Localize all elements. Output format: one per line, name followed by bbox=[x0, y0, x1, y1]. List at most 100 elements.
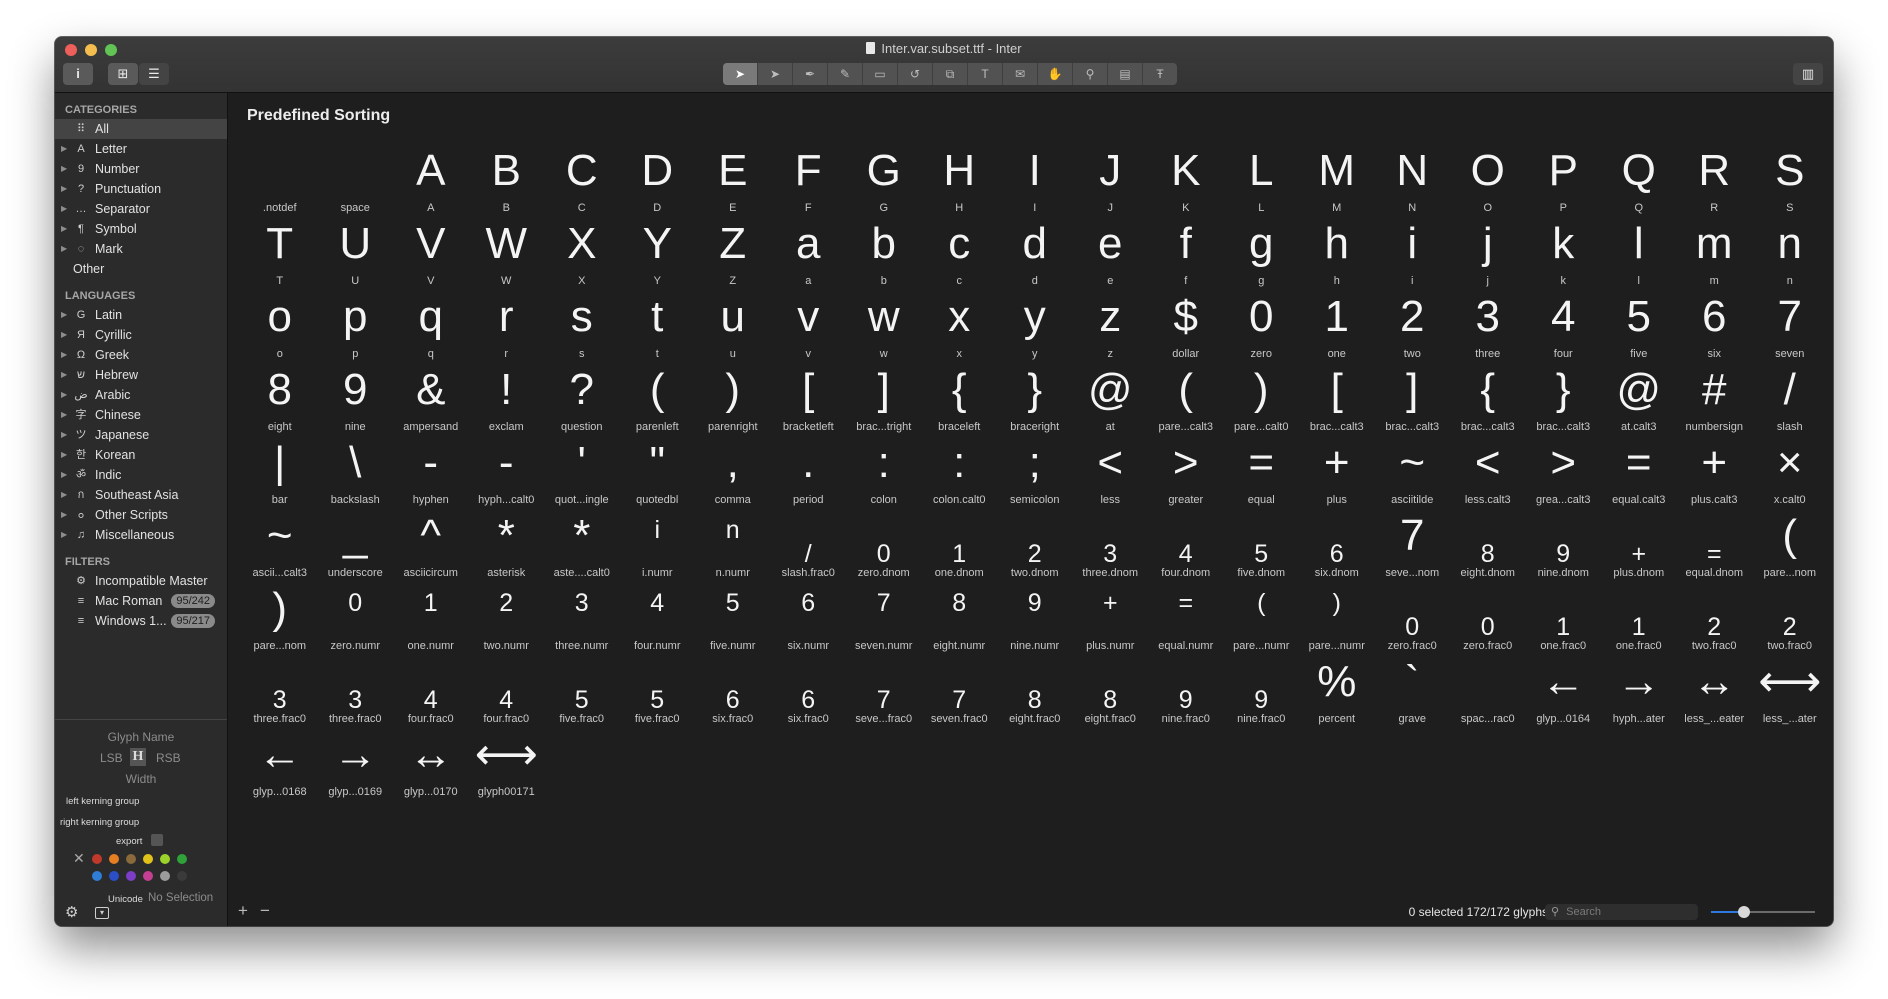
sidebar-item-mark[interactable]: ▶ ◌ Mark bbox=[55, 239, 227, 259]
glyph-cell[interactable]: 9 nine.frac0 bbox=[1224, 654, 1300, 727]
glyph-cell[interactable]: ] brac...calt3 bbox=[1375, 362, 1451, 435]
glyph-cell[interactable]: nn bbox=[1752, 216, 1828, 289]
glyph-cell[interactable]: RR bbox=[1677, 143, 1753, 216]
glyph-cell[interactable]: {brac...calt3 bbox=[1450, 362, 1526, 435]
sidebar-item-miscellaneous[interactable]: ▶ ♫ Miscellaneous bbox=[55, 525, 227, 545]
glyph-cell[interactable]: PP bbox=[1526, 143, 1602, 216]
glyph-cell[interactable]: ZZ bbox=[695, 216, 771, 289]
glyph-cell[interactable]: 4 four bbox=[1526, 289, 1602, 362]
glyph-cell[interactable]: + plus.calt3 bbox=[1677, 435, 1753, 508]
sidebar-item-hebrew[interactable]: ▶ ש Hebrew bbox=[55, 365, 227, 385]
select-tool-icon[interactable]: ➤ bbox=[723, 63, 758, 85]
glyph-cell[interactable]: ` grave bbox=[1375, 654, 1451, 727]
glyph-cell[interactable]: 0 zero.frac0 bbox=[1375, 581, 1451, 654]
disclosure-triangle-icon[interactable]: ▶ bbox=[61, 325, 67, 345]
glyph-cell[interactable]: → glyp...0169 bbox=[318, 727, 394, 800]
glyph-cell[interactable]: CC bbox=[544, 143, 620, 216]
color-swatch[interactable] bbox=[92, 854, 102, 864]
glyph-cell[interactable]: ~ ascii...calt3 bbox=[242, 508, 318, 581]
glyph-cell[interactable]: @ at bbox=[1073, 362, 1149, 435]
glyph-cell[interactable]: 2 two.frac0 bbox=[1677, 581, 1753, 654]
glyph-cell[interactable]: * aste....calt0 bbox=[544, 508, 620, 581]
sidebar-item-other[interactable]: Other bbox=[55, 259, 227, 279]
disclosure-triangle-icon[interactable]: ▶ bbox=[61, 305, 67, 325]
sidebar-item-arabic[interactable]: ▶ ض Arabic bbox=[55, 385, 227, 405]
glyph-cell[interactable]: 9 nine.dnom bbox=[1526, 508, 1602, 581]
left-kerning-group-field[interactable]: left kerning group bbox=[66, 796, 139, 807]
glyph-cell[interactable]: 3 three bbox=[1450, 289, 1526, 362]
glyph-cell[interactable]: ! exclam bbox=[469, 362, 545, 435]
glyph-cell[interactable]: < less bbox=[1073, 435, 1149, 508]
glyph-cell[interactable]: 2 two bbox=[1375, 289, 1451, 362]
sidebar-item-other-scripts[interactable]: ▶ ߋ Other Scripts bbox=[55, 505, 227, 525]
glyph-cell[interactable]: zz bbox=[1073, 289, 1149, 362]
glyph-cell[interactable]: ? question bbox=[544, 362, 620, 435]
glyph-cell[interactable]: tt bbox=[620, 289, 696, 362]
glyph-cell[interactable]: (pare...calt3 bbox=[1148, 362, 1224, 435]
glyph-cell[interactable]: ) pare...calt0 bbox=[1224, 362, 1300, 435]
sidebar-item-greek[interactable]: ▶ Ω Greek bbox=[55, 345, 227, 365]
glyph-cell[interactable]: - hyphen bbox=[393, 435, 469, 508]
glyph-cell[interactable]: ↔ glyp...0170 bbox=[393, 727, 469, 800]
zoom-tool-icon[interactable]: ⚲ bbox=[1073, 63, 1108, 85]
info-panel-button[interactable]: i bbox=[63, 63, 93, 85]
glyph-cell[interactable]: | bar bbox=[242, 435, 318, 508]
glyph-cell[interactable]: > grea...calt3 bbox=[1526, 435, 1602, 508]
glyph-cell[interactable]: MM bbox=[1299, 143, 1375, 216]
glyph-cell[interactable]: uu bbox=[695, 289, 771, 362]
glyph-cell[interactable]: = equal.dnom bbox=[1677, 508, 1753, 581]
glyph-cell[interactable]: ← glyp...0164 bbox=[1526, 654, 1602, 727]
sidebar-item-latin[interactable]: ▶ G Latin bbox=[55, 305, 227, 325]
sidebar-item-letter[interactable]: ▶ A Letter bbox=[55, 139, 227, 159]
glyph-cell[interactable]: 3 three.frac0 bbox=[318, 654, 394, 727]
disclosure-triangle-icon[interactable]: ▶ bbox=[61, 179, 67, 199]
sidebar-item-symbol[interactable]: ▶ ¶ Symbol bbox=[55, 219, 227, 239]
glyph-cell[interactable]: # numbersign bbox=[1677, 362, 1753, 435]
glyph-cell[interactable]: DD bbox=[620, 143, 696, 216]
no-color-icon[interactable]: ✕ bbox=[73, 850, 85, 867]
glyph-cell[interactable]: + plus.dnom bbox=[1601, 508, 1677, 581]
glyph-name-field[interactable]: Glyph Name bbox=[55, 730, 227, 744]
glyph-cell[interactable]: 7 seve...frac0 bbox=[846, 654, 922, 727]
glyph-cell[interactable]: 3 three.frac0 bbox=[242, 654, 318, 727]
glyph-cell[interactable]: 8 eight bbox=[242, 362, 318, 435]
glyph-cell[interactable]: ss bbox=[544, 289, 620, 362]
glyph-cell[interactable]: 8 eight.frac0 bbox=[997, 654, 1073, 727]
disclosure-triangle-icon[interactable]: ▶ bbox=[61, 505, 67, 525]
glyph-cell[interactable]: 6 six.numr bbox=[771, 581, 847, 654]
glyph-cell[interactable]: (pare...numr bbox=[1224, 581, 1300, 654]
glyph-cell[interactable]: + plus bbox=[1299, 435, 1375, 508]
glyph-cell[interactable]: bb bbox=[846, 216, 922, 289]
glyph-cell[interactable]: ee bbox=[1073, 216, 1149, 289]
glyph-cell[interactable]: OO bbox=[1450, 143, 1526, 216]
glyph-cell[interactable]: UU bbox=[318, 216, 394, 289]
glyph-cell[interactable]: \ backslash bbox=[318, 435, 394, 508]
disclosure-triangle-icon[interactable]: ▶ bbox=[61, 345, 67, 365]
unicode-value[interactable]: No Selection bbox=[148, 892, 213, 904]
glyph-cell[interactable]: 1 one.frac0 bbox=[1526, 581, 1602, 654]
glyph-cell[interactable]: ] brac...tright bbox=[846, 362, 922, 435]
glyph-cell[interactable]: QQ bbox=[1601, 143, 1677, 216]
glyph-cell[interactable]: 0 zero bbox=[1224, 289, 1300, 362]
color-swatch[interactable] bbox=[126, 854, 136, 864]
glyph-cell[interactable]: 9 nine bbox=[318, 362, 394, 435]
glyph-cell[interactable]: ⟷ glyph00171 bbox=[469, 727, 545, 800]
glyph-cell[interactable]: / slash.frac0 bbox=[771, 508, 847, 581]
glyph-cell[interactable]: 7 seven.frac0 bbox=[922, 654, 998, 727]
glyph-cell[interactable]: = equal.numr bbox=[1148, 581, 1224, 654]
glyph-cell[interactable]: [bracketleft bbox=[771, 362, 847, 435]
glyph-cell[interactable]: ww bbox=[846, 289, 922, 362]
glyph-cell[interactable]: ' quot...ingle bbox=[544, 435, 620, 508]
glyph-cell[interactable]: % percent bbox=[1299, 654, 1375, 727]
glyph-cell[interactable]: 6 six bbox=[1677, 289, 1753, 362]
width-field[interactable]: Width bbox=[55, 772, 227, 786]
glyph-cell[interactable]: 4 four.frac0 bbox=[469, 654, 545, 727]
glyph-cell[interactable]: aa bbox=[771, 216, 847, 289]
glyph-cell[interactable]: 7 seven bbox=[1752, 289, 1828, 362]
glyph-cell[interactable]: $ dollar bbox=[1148, 289, 1224, 362]
color-swatch[interactable] bbox=[143, 854, 153, 864]
measure-tool-icon[interactable]: ▤ bbox=[1108, 63, 1143, 85]
glyph-cell[interactable]: & ampersand bbox=[393, 362, 469, 435]
pencil-tool-icon[interactable]: ✎ bbox=[828, 63, 863, 85]
glyph-cell[interactable]: spac...rac0 bbox=[1450, 654, 1526, 727]
